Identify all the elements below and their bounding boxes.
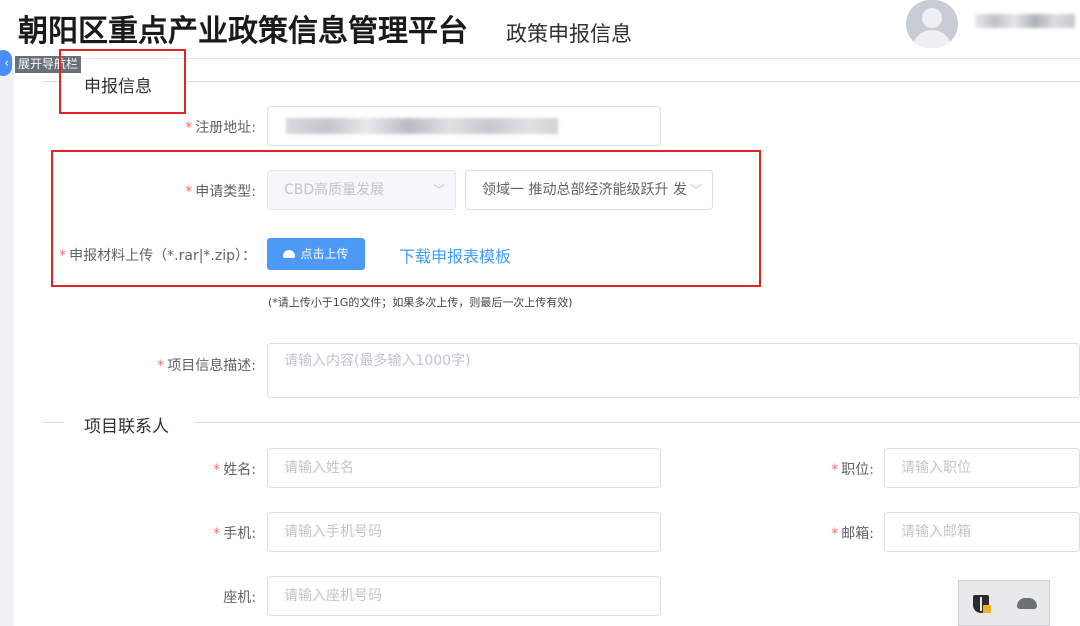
page-subtitle: 政策申报信息 xyxy=(506,22,632,46)
landline-label: 座机: xyxy=(223,590,256,606)
description-label: * 项目信息描述: xyxy=(157,358,256,374)
apply-type-select-secondary[interactable]: 领域一 推动总部经济能级跃升 发 ﹀ xyxy=(465,170,713,210)
apply-type-label: * 申请类型: xyxy=(185,184,256,200)
download-template-link[interactable]: 下载申报表模板 xyxy=(399,243,511,267)
email-field[interactable]: 请输入邮箱 xyxy=(884,512,1080,552)
address-field[interactable] xyxy=(267,106,661,146)
upload-hint: (*请上传小于1G的文件；如果多次上传，则最后一次上传有效) xyxy=(268,296,573,309)
description-textarea[interactable]: 请输入内容(最多输入1000字) xyxy=(267,343,1080,398)
blurred-username[interactable] xyxy=(975,14,1075,28)
mobile-label: * 手机: xyxy=(213,526,256,542)
name-field[interactable]: 请输入姓名 xyxy=(267,448,661,488)
page: 朝阳区重点产业政策信息管理平台 政策申报信息 ‹ 展开导航栏 申报信息 * 注册地… xyxy=(0,0,1080,626)
avatar-body-shape xyxy=(912,30,952,48)
user-avatar[interactable] xyxy=(906,0,958,48)
upload-label: * 申报材料上传（*.rar|*.zip）： xyxy=(59,248,256,264)
cloud-off-icon[interactable] xyxy=(1017,598,1037,609)
chevron-down-icon: ﹀ xyxy=(432,183,445,197)
apply-type-select-primary-value: CBD高质量发展 xyxy=(284,182,385,198)
landline-field[interactable]: 请输入座机号码 xyxy=(267,576,661,616)
cloud-upload-icon xyxy=(283,249,296,258)
position-field[interactable]: 请输入职位 xyxy=(884,448,1080,488)
upload-button-label: 点击上传 xyxy=(300,247,349,261)
email-label: * 邮箱: xyxy=(831,526,874,542)
system-tray-popup xyxy=(958,580,1050,626)
upload-button[interactable]: 点击上传 xyxy=(267,238,365,270)
name-label: * 姓名: xyxy=(213,462,256,478)
section-title-contact: 项目联系人 xyxy=(84,417,169,437)
section-divider-right xyxy=(195,422,1080,423)
warning-badge-icon xyxy=(983,605,991,613)
blurred-address-value xyxy=(286,118,558,134)
address-label: * 注册地址: xyxy=(185,120,256,136)
chevron-down-icon: ﹀ xyxy=(689,183,702,197)
position-label: * 职位: xyxy=(831,462,874,478)
nav-toggle-button[interactable]: ‹ xyxy=(0,50,12,76)
apply-type-select-primary[interactable]: CBD高质量发展 ﹀ xyxy=(267,170,456,210)
annotation-box-title xyxy=(59,49,186,114)
collapsed-sidebar xyxy=(0,58,14,626)
app-title: 朝阳区重点产业政策信息管理平台 xyxy=(18,14,468,49)
avatar-head-shape xyxy=(922,8,942,28)
apply-type-select-secondary-value: 领域一 推动总部经济能级跃升 发 xyxy=(482,182,686,198)
section-divider-left xyxy=(42,422,64,423)
section-divider-left xyxy=(42,81,60,82)
section-divider-right xyxy=(185,81,1080,82)
mobile-field[interactable]: 请输入手机号码 xyxy=(267,512,661,552)
